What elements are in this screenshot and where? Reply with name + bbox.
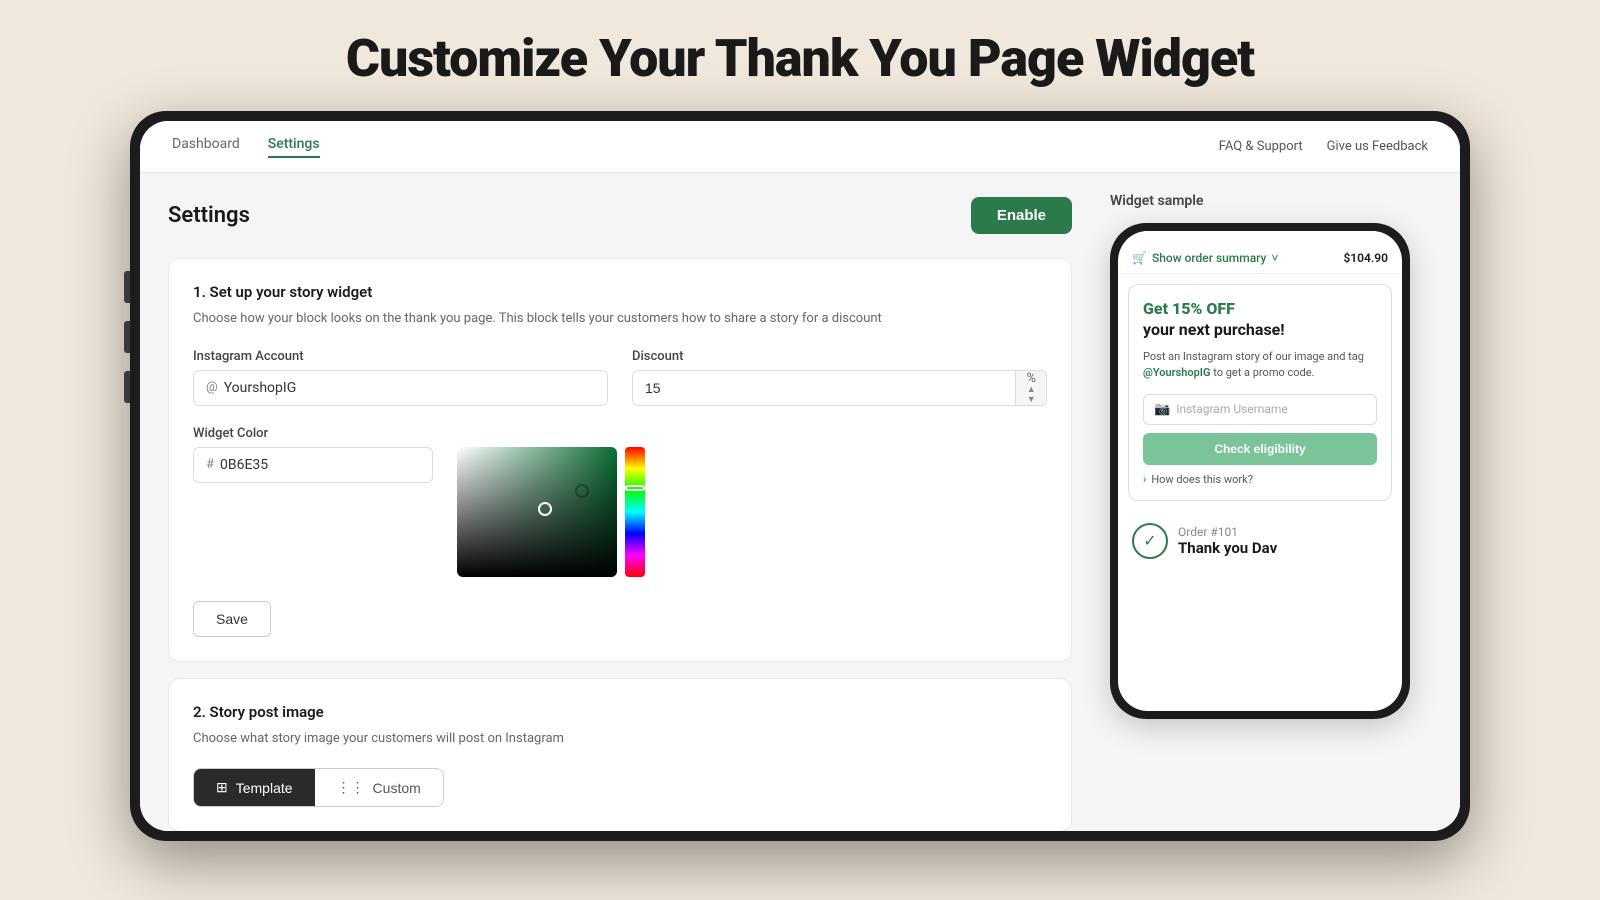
enable-button[interactable]: Enable	[971, 197, 1072, 234]
order-confirmation: ✓ Order #101 Thank you Dav	[1118, 511, 1402, 571]
color-picker[interactable]	[457, 447, 645, 577]
app-content: Settings Enable 1. Set up your story wid…	[140, 173, 1460, 831]
preview-label: Widget sample	[1110, 193, 1440, 209]
offer-line2: your next purchase!	[1143, 320, 1285, 339]
custom-icon: ⋮⋮	[337, 779, 365, 796]
discount-label: Discount	[632, 349, 1047, 364]
side-button-1	[124, 271, 130, 303]
side-button-2	[124, 321, 130, 353]
how-does-it-work[interactable]: › How does this work?	[1143, 473, 1377, 486]
confirm-details: Order #101 Thank you Dav	[1178, 525, 1277, 557]
section2-title: 2. Story post image	[193, 703, 1047, 721]
color-value: 0B6E35	[220, 457, 268, 473]
order-number: Order #101	[1178, 525, 1277, 539]
desc-account: @YourshopIG	[1143, 366, 1210, 379]
discount-suffix: % ▲ ▼	[1015, 371, 1046, 405]
discount-input-wrapper: % ▲ ▼	[632, 370, 1047, 406]
faq-support-link[interactable]: FAQ & Support	[1219, 139, 1303, 154]
widget-instagram-input[interactable]: 📷 Instagram Username	[1143, 394, 1377, 425]
widget-preview-panel: Widget sample 🛒 Show order summary ˅ $10…	[1100, 173, 1460, 831]
template-label: Template	[236, 780, 293, 796]
page-main-title: Customize Your Thank You Page Widget	[346, 28, 1254, 89]
offer-line1: Get 15% OFF	[1143, 299, 1235, 318]
check-circle-icon: ✓	[1132, 523, 1168, 559]
discount-group: Discount % ▲ ▼	[632, 349, 1047, 406]
desc-part1: Post an Instagram story of our image and…	[1143, 350, 1364, 363]
story-image-card: 2. Story post image Choose what story im…	[168, 678, 1072, 832]
nav-actions: FAQ & Support Give us Feedback	[1219, 139, 1428, 154]
custom-button[interactable]: ⋮⋮ Custom	[315, 769, 443, 806]
save-button[interactable]: Save	[193, 601, 271, 637]
order-summary-bar: 🛒 Show order summary ˅ $104.90	[1118, 241, 1402, 274]
instagram-input-wrapper[interactable]: @ YourshopIG	[193, 370, 608, 406]
nav-tabs: Dashboard Settings	[172, 136, 320, 158]
arrow-down[interactable]: ▼	[1027, 396, 1036, 405]
form-row-1: Instagram Account @ YourshopIG Discount	[193, 349, 1047, 406]
widget-offer-title: Get 15% OFF your next purchase!	[1143, 299, 1377, 341]
order-total: $104.90	[1343, 251, 1388, 265]
device-side-buttons	[124, 271, 130, 403]
discount-unit: %	[1026, 371, 1036, 386]
instagram-label: Instagram Account	[193, 349, 608, 364]
color-section: # 0B6E35	[193, 447, 1047, 577]
settings-panel: Settings Enable 1. Set up your story wid…	[140, 173, 1100, 831]
hue-thumb	[625, 485, 645, 491]
how-label: How does this work?	[1151, 473, 1253, 486]
widget-input-placeholder: Instagram Username	[1176, 402, 1288, 416]
device-frame: Dashboard Settings FAQ & Support Give us…	[130, 111, 1470, 841]
widget-setup-card: 1. Set up your story widget Choose how y…	[168, 258, 1072, 662]
arrow-up[interactable]: ▲	[1027, 386, 1036, 395]
phone-status-bar	[1118, 231, 1402, 241]
hash-icon: #	[206, 457, 214, 472]
settings-title: Settings	[168, 203, 250, 228]
discount-arrows[interactable]: ▲ ▼	[1027, 386, 1036, 405]
color-gradient-area[interactable]	[457, 447, 617, 577]
order-summary-left[interactable]: 🛒 Show order summary ˅	[1132, 251, 1278, 265]
custom-label: Custom	[373, 780, 421, 796]
app-nav: Dashboard Settings FAQ & Support Give us…	[140, 121, 1460, 173]
image-type-buttons: ⊞ Template ⋮⋮ Custom	[193, 768, 444, 807]
device-screen: Dashboard Settings FAQ & Support Give us…	[140, 121, 1460, 831]
instagram-group: Instagram Account @ YourshopIG	[193, 349, 608, 406]
thank-you-text: Thank you Dav	[1178, 539, 1277, 557]
template-button[interactable]: ⊞ Template	[194, 769, 315, 806]
phone-screen: 🛒 Show order summary ˅ $104.90 Get 15% O…	[1118, 231, 1402, 711]
instagram-input-value: YourshopIG	[224, 380, 297, 396]
section1-title: 1. Set up your story widget	[193, 283, 1047, 301]
tab-settings[interactable]: Settings	[268, 136, 320, 158]
desc-part2: to get a promo code.	[1213, 366, 1314, 379]
color-gradient-dark	[457, 447, 617, 577]
color-input[interactable]: # 0B6E35	[193, 447, 433, 483]
hue-slider[interactable]	[625, 447, 645, 577]
widget-desc: Post an Instagram story of our image and…	[1143, 349, 1377, 382]
at-icon: @	[206, 380, 218, 395]
chevron-down-icon: ˅	[1271, 251, 1278, 265]
cart-icon: 🛒	[1132, 251, 1147, 265]
check-eligibility-button[interactable]: Check eligibility	[1143, 433, 1377, 465]
section2-desc: Choose what story image your customers w…	[193, 729, 1047, 749]
side-button-3	[124, 371, 130, 403]
widget-card: Get 15% OFF your next purchase! Post an …	[1128, 284, 1392, 501]
settings-header: Settings Enable	[168, 197, 1072, 234]
phone-preview: 🛒 Show order summary ˅ $104.90 Get 15% O…	[1110, 223, 1410, 719]
template-icon: ⊞	[216, 779, 228, 796]
feedback-link[interactable]: Give us Feedback	[1327, 139, 1428, 154]
tab-dashboard[interactable]: Dashboard	[172, 136, 240, 158]
color-group: Widget Color # 0B6E35	[193, 426, 1047, 577]
chevron-right-icon: ›	[1143, 473, 1146, 486]
color-input-wrapper: # 0B6E35	[193, 447, 433, 483]
color-label: Widget Color	[193, 426, 1047, 441]
discount-input[interactable]	[633, 371, 1015, 405]
order-summary-text: Show order summary	[1152, 251, 1266, 265]
section1-desc: Choose how your block looks on the thank…	[193, 309, 1047, 329]
widget-instagram-icon: 📷	[1154, 402, 1170, 417]
